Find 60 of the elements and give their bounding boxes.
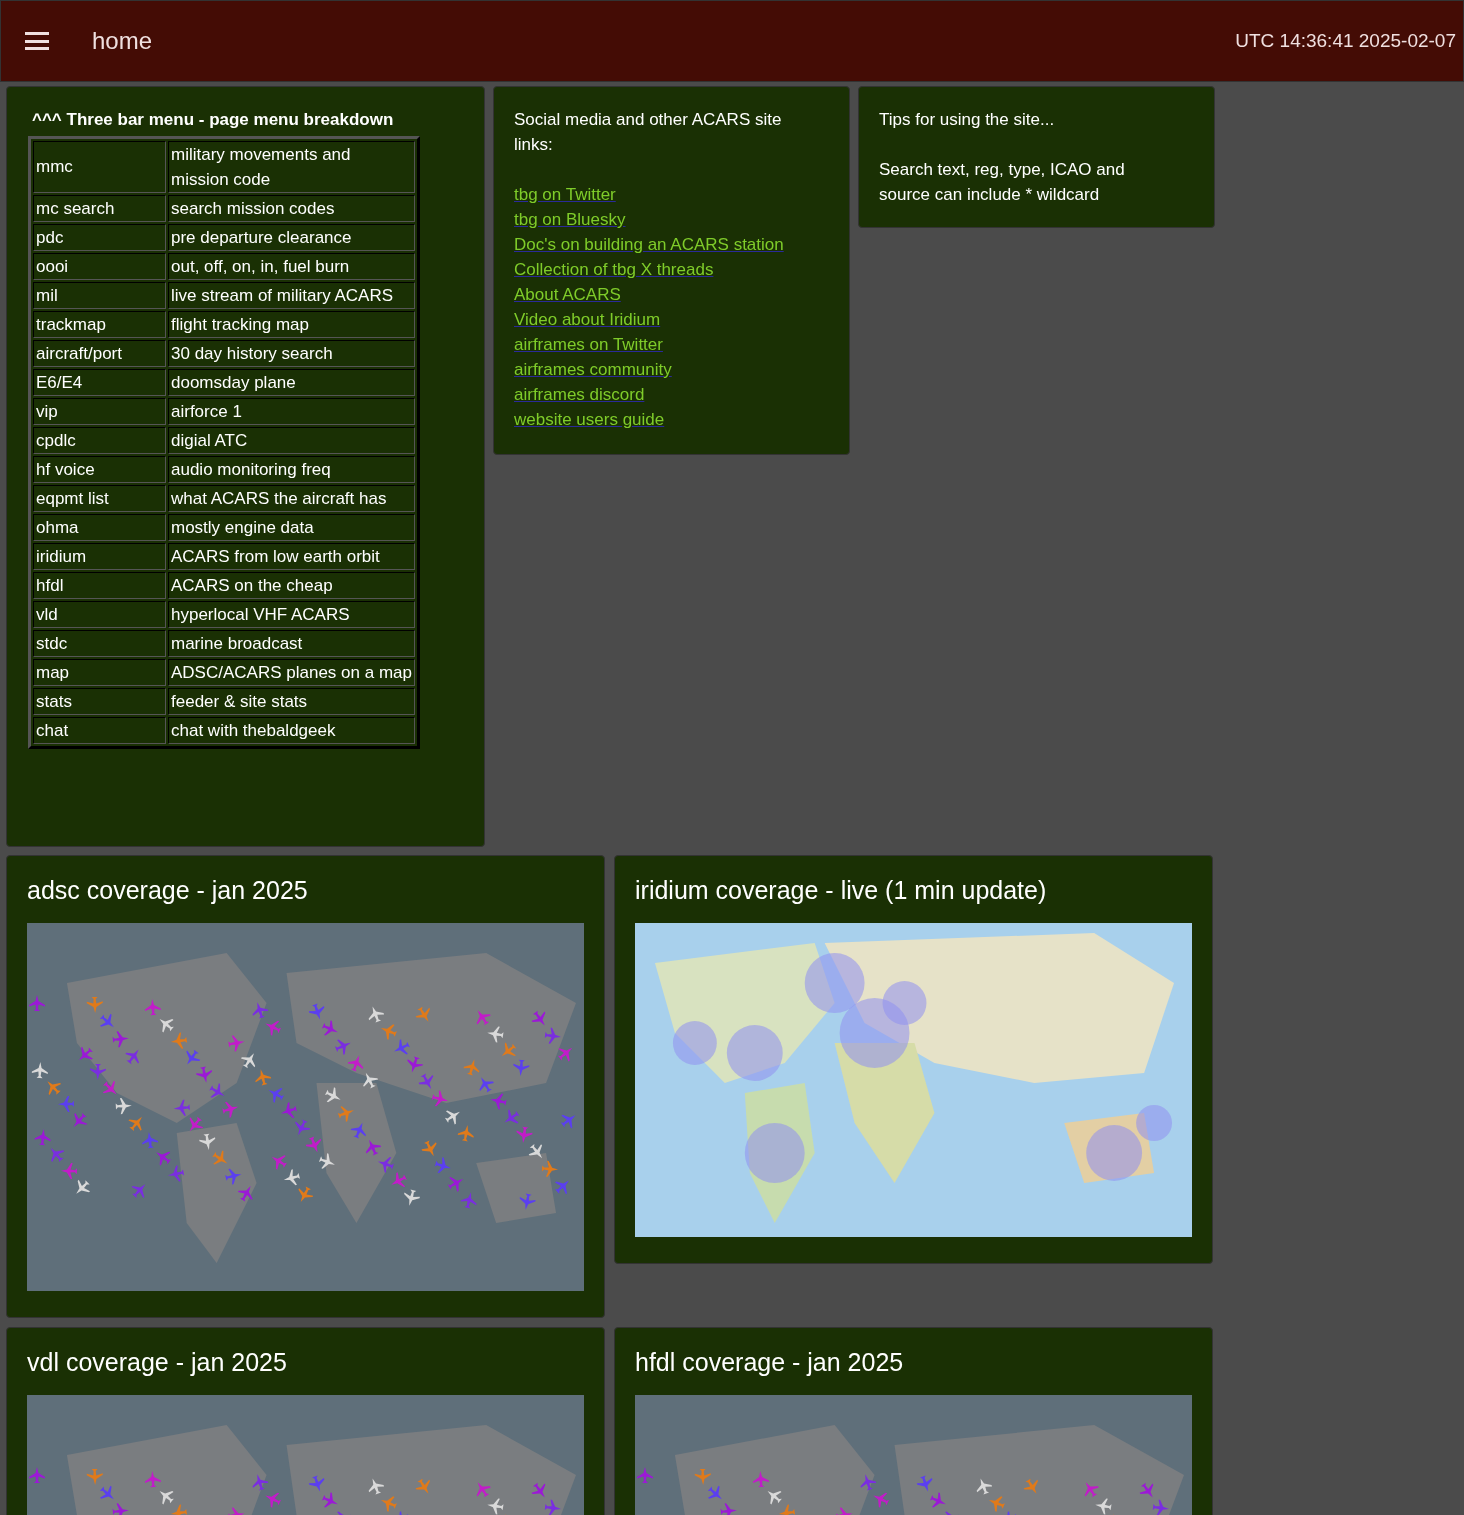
menu-icon[interactable] — [25, 32, 49, 50]
site-link[interactable]: airframes discord — [514, 385, 645, 404]
table-cell: eqpmt list — [33, 484, 166, 512]
table-cell: pdc — [33, 223, 166, 251]
table-cell: mostly engine data — [168, 513, 415, 541]
table-cell: digial ATC — [168, 426, 415, 454]
card-heading: Tips for using the site... — [879, 109, 1056, 131]
table-cell: search mission codes — [168, 194, 415, 222]
table-cell: iridium — [33, 542, 166, 570]
table-cell: ADSC/ACARS planes on a map — [168, 658, 415, 686]
site-link[interactable]: website users guide — [514, 410, 665, 429]
table-cell: hfdl — [33, 571, 166, 599]
table-cell: aircraft/port — [33, 339, 166, 367]
card-title: vdl coverage - jan 2025 — [27, 1347, 288, 1378]
table-cell: E6/E4 — [33, 368, 166, 396]
table-cell: stdc — [33, 629, 166, 657]
table-cell: audio monitoring freq — [168, 455, 415, 483]
table-cell: mmc — [33, 140, 166, 193]
utc-clock: UTC 14:36:41 2025-02-07 — [1235, 28, 1456, 53]
card-heading: ^^^ Three bar menu - page menu breakdown — [32, 109, 395, 131]
table-cell: mil — [33, 281, 166, 309]
table-cell: ACARS on the cheap — [168, 571, 415, 599]
site-link[interactable]: tbg on Bluesky — [514, 210, 626, 229]
table-cell: airforce 1 — [168, 397, 415, 425]
card-title: adsc coverage - jan 2025 — [27, 875, 309, 906]
site-link[interactable]: airframes community — [514, 360, 672, 379]
card-heading: Social media and other ACARS site links: — [514, 109, 783, 156]
tip-text: Search text, reg, type, ICAO and source can include * wildcard — [879, 159, 1126, 206]
site-link[interactable]: Video about Iridium — [514, 310, 661, 329]
table-cell: 30 day history search — [168, 339, 415, 367]
table-cell: vld — [33, 600, 166, 628]
site-link[interactable]: Collection of tbg X threads — [514, 260, 714, 279]
table-cell: marine broadcast — [168, 629, 415, 657]
table-cell: trackmap — [33, 310, 166, 338]
table-cell: mc search — [33, 194, 166, 222]
table-cell: oooi — [33, 252, 166, 280]
table-cell: chat — [33, 716, 166, 744]
site-link[interactable]: tbg on Twitter — [514, 185, 616, 204]
table-cell: live stream of military ACARS — [168, 281, 415, 309]
table-cell: hyperlocal VHF ACARS — [168, 600, 415, 628]
site-link[interactable]: About ACARS — [514, 285, 621, 304]
site-link[interactable]: airframes on Twitter — [514, 335, 663, 354]
table-cell: ohma — [33, 513, 166, 541]
table-cell: doomsday plane — [168, 368, 415, 396]
card-title: hfdl coverage - jan 2025 — [635, 1347, 905, 1378]
site-link[interactable]: Doc's on building an ACARS station — [514, 235, 784, 254]
card-title: iridium coverage - live (1 min update) — [635, 875, 1048, 906]
table-cell: vip — [33, 397, 166, 425]
table-cell: map — [33, 658, 166, 686]
table-cell: stats — [33, 687, 166, 715]
table-cell: cpdlc — [33, 426, 166, 454]
page-title: home — [92, 26, 153, 56]
table-cell: chat with thebaldgeek — [168, 716, 415, 744]
table-cell: hf voice — [33, 455, 166, 483]
table-cell: out, off, on, in, fuel burn — [168, 252, 415, 280]
table-cell: ACARS from low earth orbit — [168, 542, 415, 570]
table-cell: what ACARS the aircraft has — [168, 484, 415, 512]
table-cell: feeder & site stats — [168, 687, 415, 715]
table-cell: pre departure clearance — [168, 223, 415, 251]
table-cell: flight tracking map — [168, 310, 415, 338]
